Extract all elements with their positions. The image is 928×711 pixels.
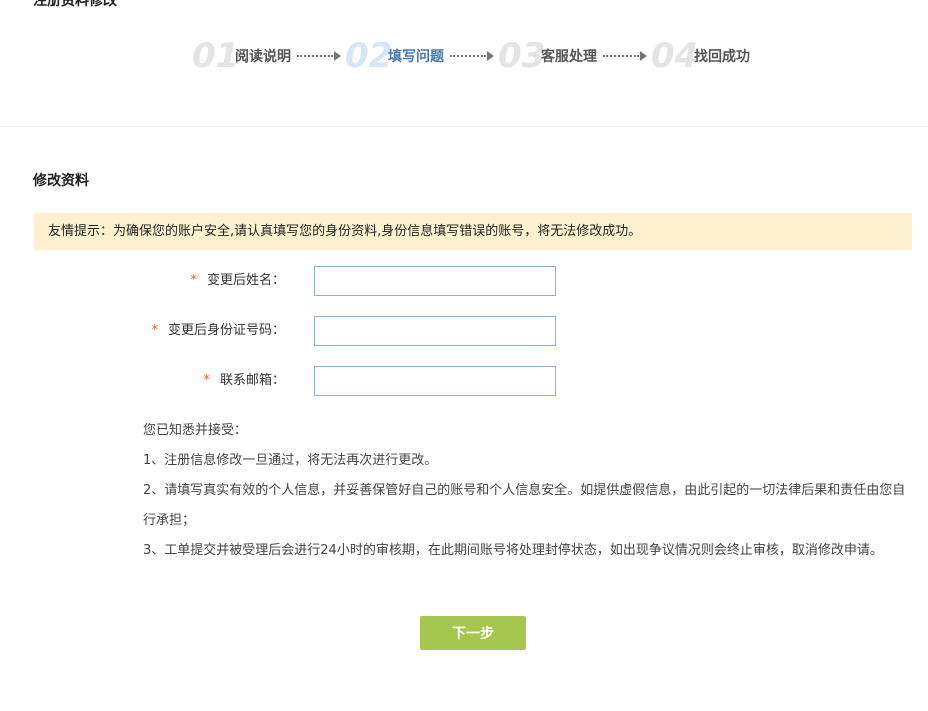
dotted-arrow-icon: [450, 50, 494, 62]
step-progress: 01 阅读说明 02 填写问题 03 客服处理 04 找回成功: [192, 38, 750, 74]
dotted-arrow-icon: [297, 50, 341, 62]
agreement-intro: 您已知悉并接受：: [143, 423, 248, 438]
required-mark: *: [203, 373, 210, 388]
step-number: 02: [345, 36, 393, 76]
section-title: 修改资料: [33, 173, 89, 189]
agreement-item: 2、请填写真实有效的个人信息，并妥善保管好自己的账号和个人信息安全。如提供虚假信…: [143, 483, 906, 528]
step-label: 客服处理: [541, 49, 597, 65]
form-row-id-number: * 变更后身份证号码：: [0, 316, 928, 346]
field-label: * 变更后身份证号码：: [151, 316, 285, 346]
step-1: 01 阅读说明: [192, 38, 291, 74]
required-mark: *: [190, 273, 197, 288]
step-2: 02 填写问题: [345, 38, 444, 74]
step-3: 03 客服处理: [498, 38, 597, 74]
divider: [0, 126, 928, 127]
step-number: 04: [651, 36, 699, 76]
notice-banner: 友情提示：为确保您的账户安全,请认真填写您的身份资料,身份信息填写错误的账号，将…: [34, 213, 912, 250]
dotted-arrow-icon: [603, 50, 647, 62]
field-label-text: 联系邮箱：: [219, 373, 285, 388]
agreement-item: 3、工单提交并被受理后会进行24小时的审核期，在此期间账号将处理封停状态，如出现…: [143, 543, 883, 558]
id-number-input[interactable]: [314, 316, 556, 346]
step-number: 03: [498, 36, 546, 76]
step-number: 01: [192, 36, 240, 76]
field-label-text: 变更后姓名：: [206, 273, 285, 288]
step-4: 04 找回成功: [651, 38, 750, 74]
page-title: 注册资料修改: [33, 0, 117, 9]
agreement-item: 1、注册信息修改一旦通过，将无法再次进行更改。: [143, 453, 438, 468]
step-label: 阅读说明: [235, 49, 291, 65]
name-input[interactable]: [314, 266, 556, 296]
form-row-email: * 联系邮箱：: [0, 366, 928, 396]
email-input[interactable]: [314, 366, 556, 396]
required-mark: *: [151, 323, 158, 338]
field-label: * 变更后姓名：: [190, 266, 285, 296]
field-label-text: 变更后身份证号码：: [167, 323, 285, 338]
agreement-text: 您已知悉并接受： 1、注册信息修改一旦通过，将无法再次进行更改。 2、请填写真实…: [143, 416, 913, 566]
form-row-name: * 变更后姓名：: [0, 266, 928, 296]
step-label: 填写问题: [388, 49, 444, 65]
field-label: * 联系邮箱：: [203, 366, 285, 396]
step-label: 找回成功: [694, 49, 750, 65]
next-step-button[interactable]: 下一步: [420, 616, 526, 650]
